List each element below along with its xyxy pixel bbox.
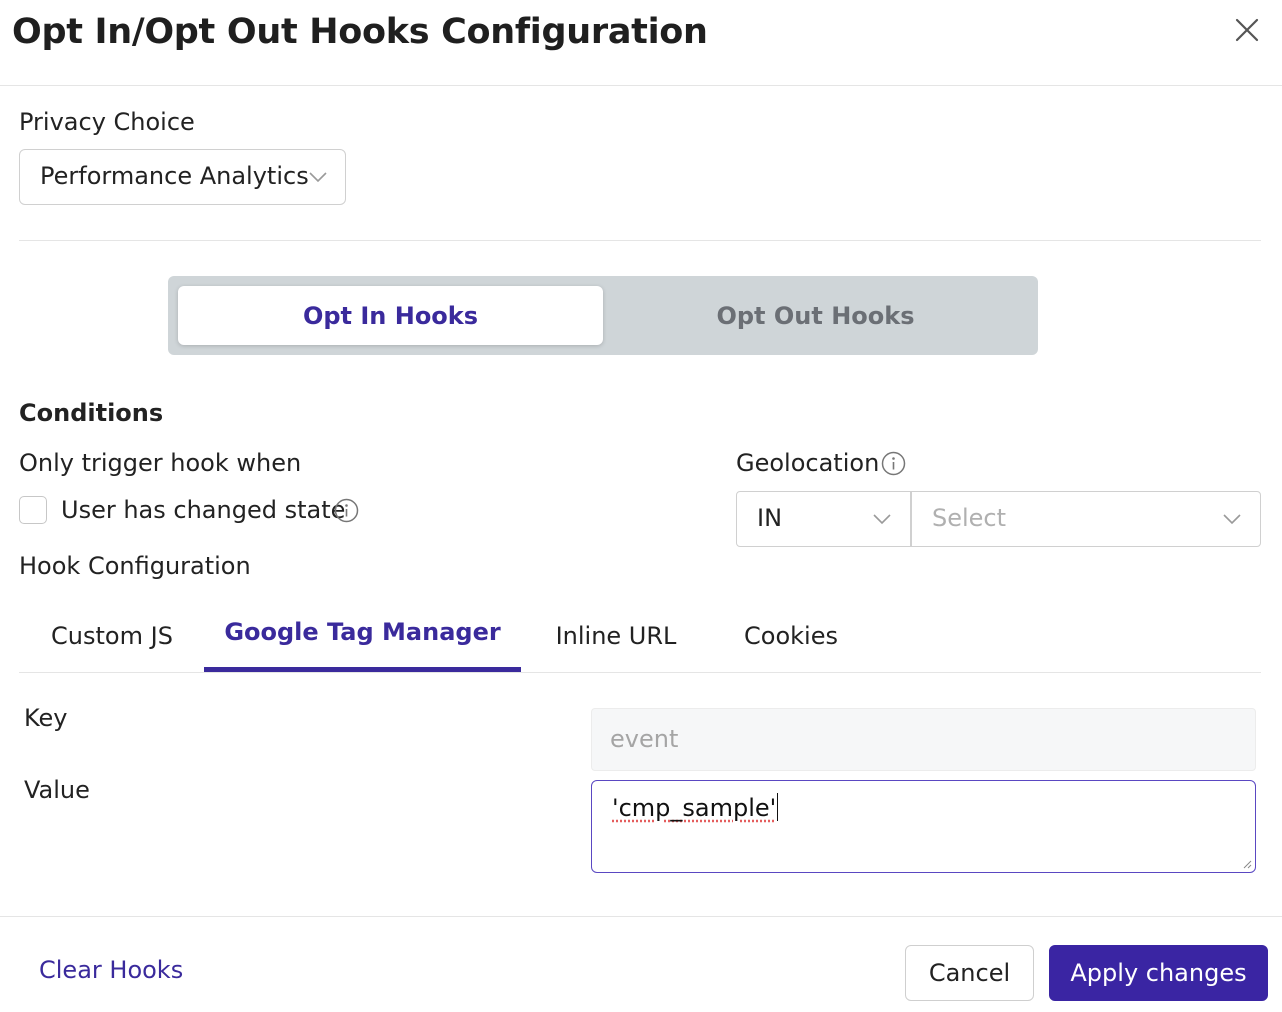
text-caret	[777, 793, 779, 821]
trigger-label: Only trigger hook when	[19, 449, 302, 477]
tab-inline-url[interactable]: Inline URL	[540, 600, 692, 672]
apply-changes-button[interactable]: Apply changes	[1049, 945, 1268, 1001]
tab-custom-js[interactable]: Custom JS	[36, 600, 188, 672]
key-input[interactable]: event	[591, 708, 1256, 771]
geolocation-label: Geolocation	[736, 449, 880, 477]
conditions-heading: Conditions	[19, 399, 164, 427]
opt-out-hooks-toggle[interactable]: Opt Out Hooks	[603, 286, 1028, 345]
cancel-button[interactable]: Cancel	[905, 945, 1034, 1001]
close-button[interactable]	[1231, 14, 1263, 46]
tabs-divider	[19, 672, 1261, 673]
tab-google-tag-manager[interactable]: Google Tag Manager	[204, 596, 521, 668]
modal-title: Opt In/Opt Out Hooks Configuration	[12, 12, 708, 52]
clear-hooks-button[interactable]: Clear Hooks	[39, 956, 183, 984]
hooks-config-modal: Opt In/Opt Out Hooks Configuration Priva…	[0, 0, 1282, 1012]
close-icon	[1235, 18, 1259, 42]
info-icon[interactable]	[881, 451, 906, 476]
opt-in-hooks-toggle[interactable]: Opt In Hooks	[178, 286, 603, 345]
value-textarea-text: 'cmp_sample'	[612, 794, 777, 822]
key-label: Key	[24, 704, 68, 732]
hook-type-toggle: Opt In Hooks Opt Out Hooks	[168, 276, 1038, 355]
active-tab-indicator	[204, 667, 521, 672]
chevron-down-icon	[309, 172, 327, 183]
tab-cookies[interactable]: Cookies	[720, 600, 862, 672]
value-textarea[interactable]: 'cmp_sample'	[591, 780, 1256, 873]
changed-state-label: User has changed state	[61, 496, 346, 524]
value-label: Value	[24, 776, 90, 804]
privacy-choice-value: Performance Analytics	[40, 162, 309, 190]
privacy-choice-label: Privacy Choice	[19, 108, 195, 136]
modal-header: Opt In/Opt Out Hooks Configuration	[0, 0, 1282, 86]
chevron-down-icon	[873, 514, 891, 525]
changed-state-checkbox[interactable]	[19, 496, 47, 524]
resize-grip-icon[interactable]	[1242, 859, 1252, 869]
geolocation-region-placeholder: Select	[932, 504, 1007, 532]
info-icon[interactable]	[334, 498, 359, 523]
privacy-choice-select[interactable]: Performance Analytics	[19, 149, 346, 205]
geolocation-region-select[interactable]: Select	[911, 491, 1261, 547]
geolocation-operator-select[interactable]: IN	[736, 491, 911, 547]
footer-divider	[0, 916, 1282, 917]
chevron-down-icon	[1223, 514, 1241, 525]
hook-configuration-label: Hook Configuration	[19, 552, 251, 580]
section-divider	[19, 240, 1261, 241]
geolocation-operator-value: IN	[757, 504, 783, 532]
